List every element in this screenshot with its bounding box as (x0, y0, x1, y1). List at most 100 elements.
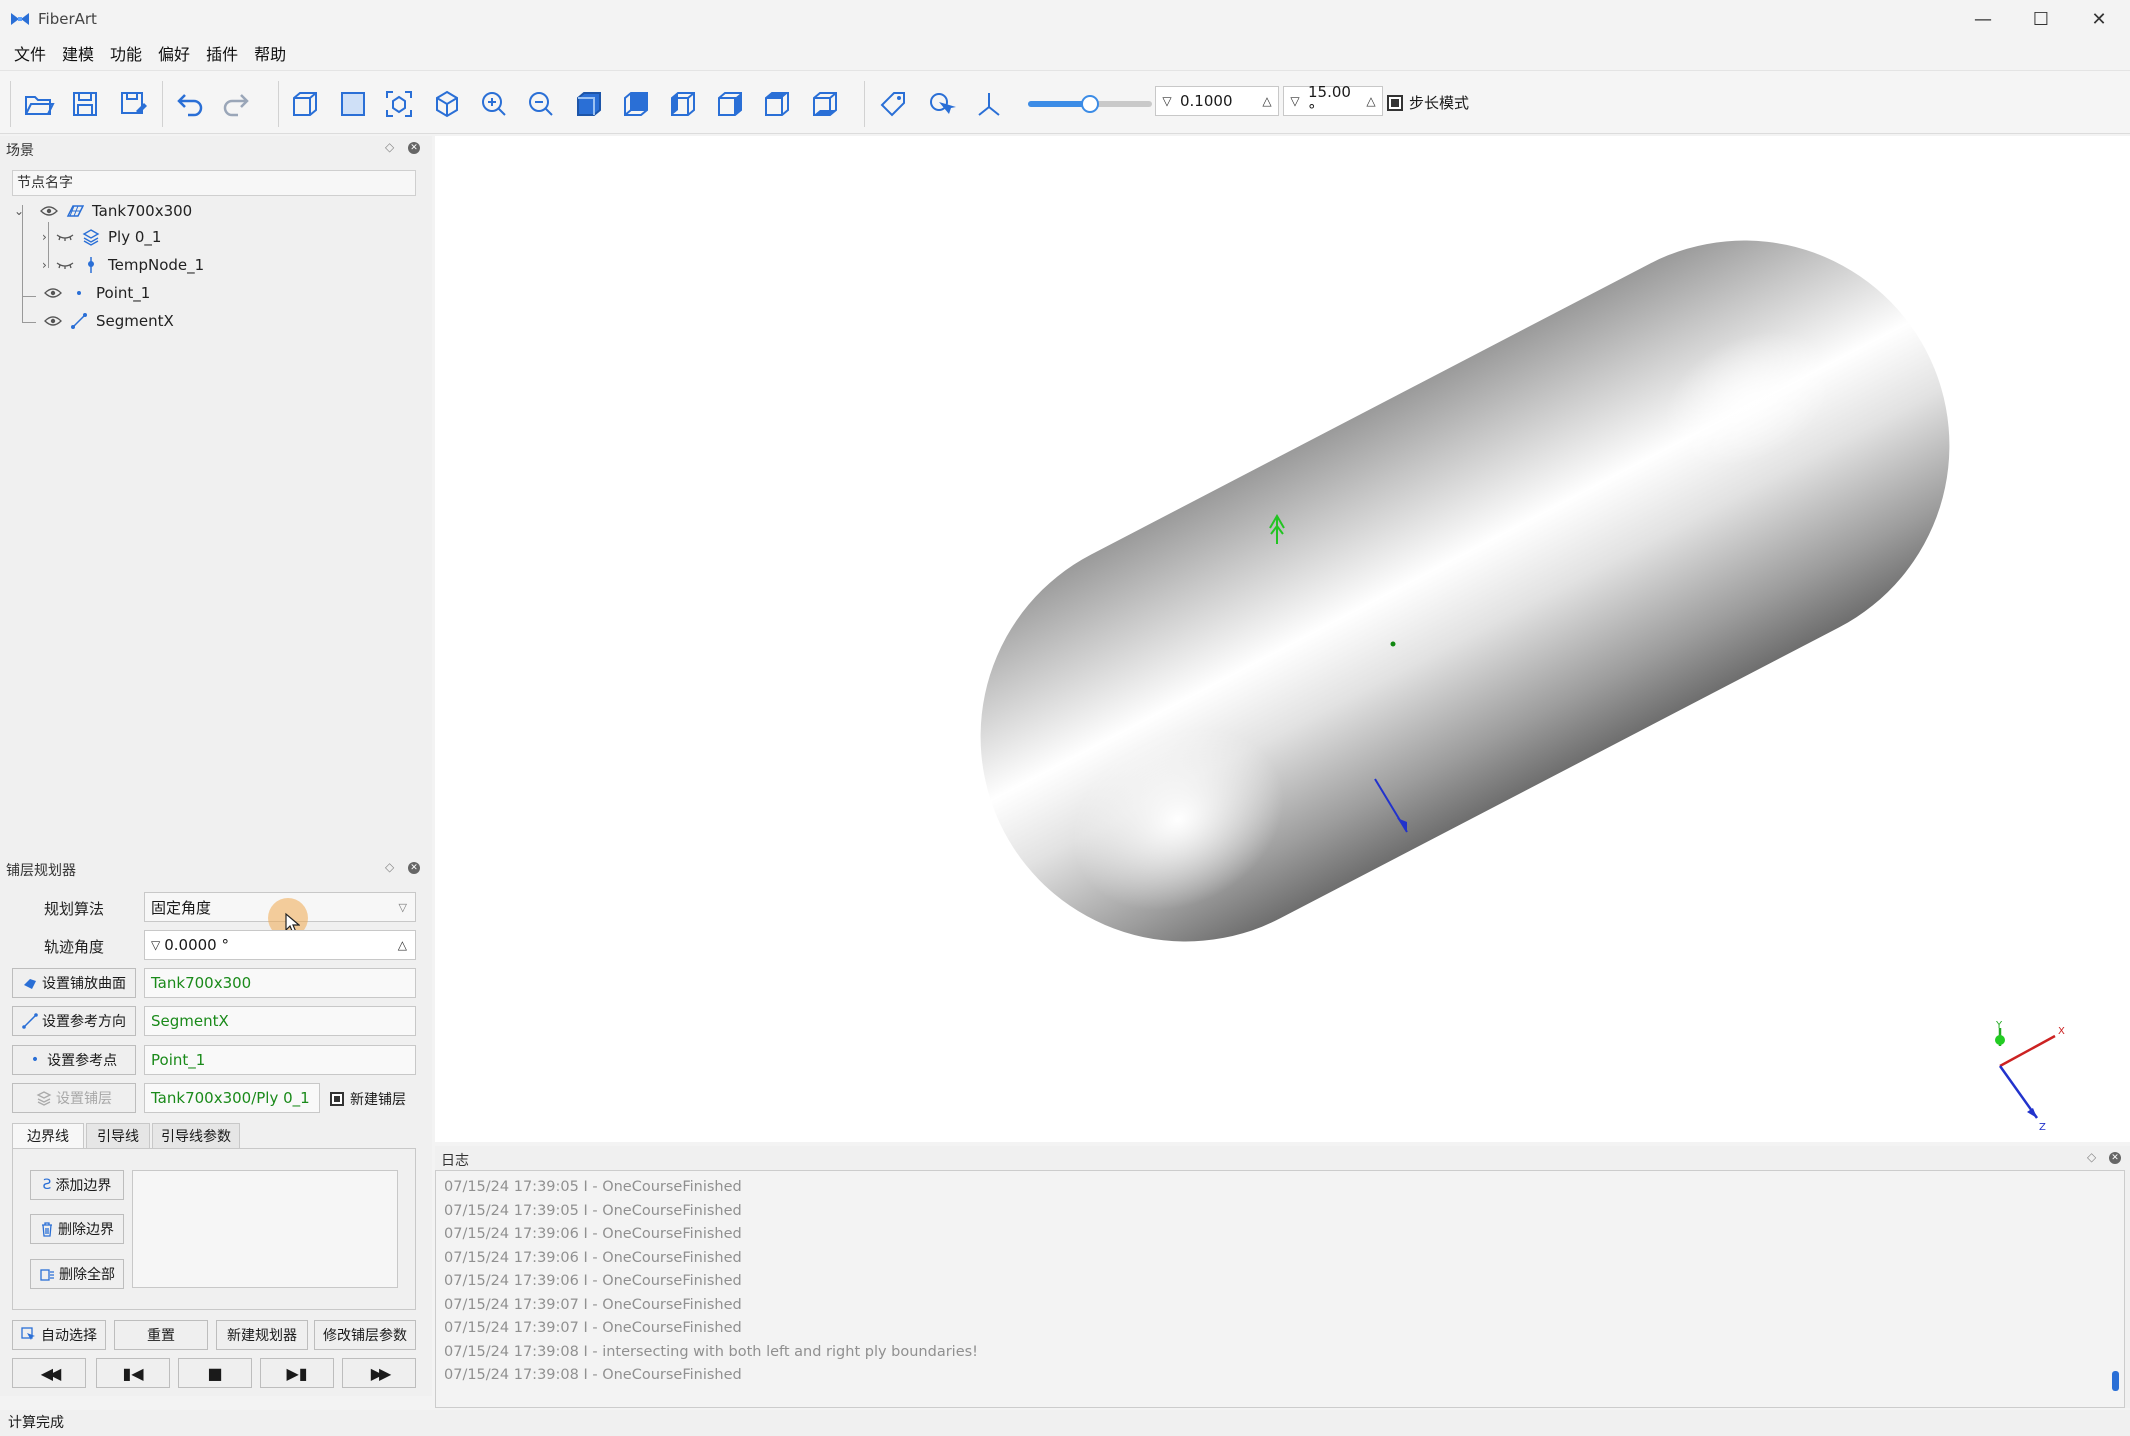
view-top-icon[interactable] (758, 85, 796, 123)
tree-node-label: TempNode_1 (108, 256, 205, 274)
chevron-up-icon[interactable]: △ (1256, 94, 1278, 108)
delete-all-button[interactable]: 删除全部 (30, 1259, 124, 1289)
reset-button[interactable]: 重置 (114, 1320, 208, 1350)
fast-forward-button[interactable]: ▶▶ (342, 1358, 416, 1388)
tree-branch-line (22, 296, 36, 297)
trajectory-angle-spinbox[interactable]: ▽ 0.0000 ° △ (144, 930, 416, 960)
view-back-icon[interactable] (617, 85, 655, 123)
delete-boundary-button[interactable]: 删除边界 (30, 1214, 124, 1244)
modify-ply-params-button[interactable]: 修改铺层参数 (314, 1320, 416, 1350)
tree-node-tank[interactable]: ⌄ Tank700x300 (14, 198, 192, 224)
tree-node-ply[interactable]: › Ply 0_1 (42, 224, 161, 250)
zoom-in-icon[interactable] (475, 85, 513, 123)
new-planner-button[interactable]: 新建规划器 (216, 1320, 308, 1350)
tree-node-temp[interactable]: › TempNode_1 (42, 252, 204, 278)
view-right-icon[interactable] (711, 85, 749, 123)
auto-select-button[interactable]: 自动选择 (12, 1320, 106, 1350)
new-ply-checkbox[interactable] (330, 1092, 344, 1106)
step-forward-button[interactable]: ▶▮ (260, 1358, 334, 1388)
close-window-button[interactable]: ✕ (2070, 0, 2128, 38)
save-icon[interactable] (66, 85, 104, 123)
eye-closed-icon[interactable] (56, 231, 74, 243)
set-surface-button[interactable]: 设置铺放曲面 (12, 968, 136, 998)
trajectory-angle-value[interactable]: 0.0000 ° (164, 936, 229, 954)
eye-icon[interactable] (44, 287, 62, 299)
view-3d-icon[interactable] (428, 85, 466, 123)
view-front-icon[interactable] (570, 85, 608, 123)
set-ply-button[interactable]: 设置铺层 (12, 1083, 136, 1113)
step-mode-checkbox[interactable] (1387, 94, 1403, 111)
tree-node-point[interactable]: Point_1 (44, 280, 150, 306)
chevron-down-icon[interactable]: ▽ (399, 901, 407, 914)
add-boundary-button[interactable]: Ƨ 添加边界 (30, 1170, 124, 1200)
menu-functions[interactable]: 功能 (102, 41, 150, 65)
axes-icon[interactable] (970, 85, 1008, 123)
menu-file[interactable]: 文件 (6, 41, 54, 65)
eye-icon[interactable] (44, 315, 62, 327)
chevron-down-icon[interactable]: ⌄ (14, 204, 30, 218)
tab-guide-params[interactable]: 引导线参数 (152, 1123, 240, 1149)
eye-closed-icon[interactable] (56, 259, 74, 271)
zoom-slider-thumb[interactable] (1081, 95, 1099, 113)
set-point-button[interactable]: • 设置参考点 (12, 1045, 136, 1075)
surface-arrow-icon (24, 979, 36, 989)
undo-icon[interactable] (170, 85, 208, 123)
pick-icon[interactable] (922, 85, 960, 123)
minimize-button[interactable]: — (1954, 0, 2012, 38)
tab-boundary[interactable]: 边界线 (12, 1123, 84, 1149)
pin-icon[interactable]: ◇ (385, 860, 394, 874)
chevron-right-icon[interactable]: › (42, 258, 56, 272)
redo-icon[interactable] (218, 85, 256, 123)
angle-value[interactable]: 15.00 ° (1306, 83, 1360, 119)
stop-button[interactable]: ■ (178, 1358, 252, 1388)
chevron-down-icon[interactable]: ▽ (1156, 94, 1178, 108)
3d-viewport[interactable]: Y X Z (435, 136, 2130, 1142)
menu-preferences[interactable]: 偏好 (150, 41, 198, 65)
pin-icon[interactable]: ◇ (2087, 1150, 2096, 1164)
new-ply-toggle[interactable]: 新建铺层 (330, 1089, 406, 1109)
menu-plugins[interactable]: 插件 (198, 41, 246, 65)
tag-icon[interactable] (874, 85, 912, 123)
boundary-list[interactable] (132, 1170, 398, 1288)
step-mode-toggle[interactable]: 步长模式 (1387, 92, 1469, 113)
trash-icon (42, 1222, 52, 1237)
angle-spinbox[interactable]: ▽ 15.00 ° △ (1283, 83, 1383, 119)
fit-all-icon[interactable] (380, 85, 418, 123)
view-bottom-icon[interactable] (806, 85, 844, 123)
tree-node-segment[interactable]: SegmentX (44, 308, 174, 334)
set-direction-button[interactable]: 设置参考方向 (12, 1006, 136, 1036)
eye-icon[interactable] (40, 205, 58, 217)
step-back-button[interactable]: ▮◀ (96, 1358, 170, 1388)
app-logo-icon (11, 13, 29, 25)
tree-node-label: SegmentX (96, 312, 174, 330)
step-spinbox[interactable]: ▽ 0.1000 △ (1155, 86, 1279, 116)
new-ply-label: 新建铺层 (350, 1092, 406, 1108)
zoom-out-icon[interactable] (522, 85, 560, 123)
chevron-down-icon[interactable]: ▽ (1284, 94, 1306, 108)
maximize-button[interactable]: ☐ (2012, 0, 2070, 38)
close-icon[interactable]: ✕ (408, 142, 420, 154)
status-bar: 计算完成 (0, 1410, 2130, 1436)
view-plane-icon[interactable] (334, 85, 372, 123)
save-as-icon[interactable] (114, 85, 152, 123)
chevron-up-icon[interactable]: △ (1360, 94, 1382, 108)
chevron-up-icon[interactable]: △ (398, 938, 407, 952)
delete-all-label: 删除全部 (59, 1267, 115, 1283)
rewind-button[interactable]: ◀◀ (12, 1358, 86, 1388)
tank-model-render[interactable]: Y X Z (435, 136, 2130, 1142)
view-left-icon[interactable] (664, 85, 702, 123)
chevron-down-icon[interactable]: ▽ (151, 938, 160, 952)
open-folder-icon[interactable] (20, 85, 58, 123)
view-iso-icon[interactable] (286, 85, 324, 123)
step-value[interactable]: 0.1000 (1178, 92, 1256, 110)
log-scrollbar-thumb[interactable] (2112, 1371, 2119, 1391)
log-output[interactable]: 07/15/24 17:39:05 I - OneCourseFinished … (435, 1170, 2125, 1408)
tab-guide-line[interactable]: 引导线 (86, 1123, 150, 1149)
close-icon[interactable]: ✕ (408, 862, 420, 874)
pin-icon[interactable]: ◇ (385, 140, 394, 154)
step-back-icon: ▮◀ (122, 1363, 144, 1383)
menu-help[interactable]: 帮助 (246, 41, 294, 65)
close-icon[interactable]: ✕ (2109, 1152, 2121, 1164)
chevron-right-icon[interactable]: › (42, 230, 56, 244)
menu-modeling[interactable]: 建模 (54, 41, 102, 65)
